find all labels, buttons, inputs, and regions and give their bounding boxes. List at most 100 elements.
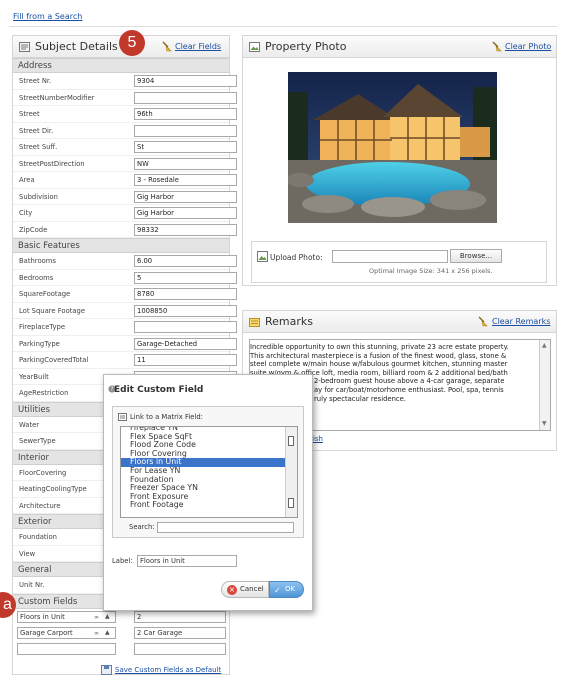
form-row: SquareFootage 8780 (13, 286, 237, 303)
field-label: Subdivision (19, 192, 58, 201)
field-label: Street (19, 110, 40, 118)
scroll-up-arrow-icon[interactable]: ▲ (542, 342, 547, 349)
photo-icon (249, 42, 260, 52)
move-up-icon[interactable]: ▲ (105, 629, 110, 636)
ok-button[interactable]: ✓ OK (269, 581, 304, 598)
remarks-icon (249, 318, 260, 327)
custom-field-value[interactable] (134, 642, 226, 655)
edit-custom-field-dialog: ? Edit Custom Field Link to a Matrix Fie… (103, 374, 313, 611)
field-label: StreetPostDirection (19, 159, 85, 168)
field-label: Architecture (19, 501, 61, 510)
section-address: Address (13, 58, 229, 73)
form-row: ParkingCoveredTotal 11 (13, 352, 237, 369)
field-input[interactable]: St (134, 141, 237, 153)
remarks-scrollbar[interactable]: ▲ ▼ (539, 340, 550, 430)
listbox-scroll-thumb[interactable] (288, 436, 294, 446)
move-up-icon[interactable]: ▲ (105, 613, 110, 620)
search-input[interactable] (157, 522, 294, 533)
remarks-line: steel complete w/main house w/fabulous g… (250, 360, 508, 369)
link-matrix-field-label: Link to a Matrix Field: (130, 413, 203, 421)
scroll-down-arrow-icon[interactable]: ▼ (542, 420, 547, 427)
list-icon (118, 413, 127, 421)
save-custom-fields-default-link[interactable]: Save Custom Fields as Default (115, 666, 221, 674)
field-label: StreetNumberModifier (19, 93, 95, 102)
clear-fields-link[interactable]: Clear Fields (175, 42, 221, 51)
custom-field-rows: Floors in Unit ∞ ▲ 2 Garage Carport ∞ ▲ 2 Car G… (17, 609, 229, 657)
matrix-field-listbox[interactable]: Fireplace YN Flex Space SqFt Flood Zone Co… (120, 426, 298, 518)
property-photo-title: Property Photo (265, 40, 347, 53)
cancel-icon: × (227, 585, 237, 595)
field-input[interactable] (134, 91, 237, 104)
optimal-size-text: Optimal Image Size: 341 x 256 pixels. (369, 267, 493, 275)
broom-icon[interactable] (161, 41, 173, 52)
field-input[interactable] (134, 321, 237, 333)
field-label: SewerType (19, 437, 56, 445)
remarks-line: This architectural masterpiece is a fusi… (250, 351, 507, 360)
field-input[interactable]: 9304 (134, 75, 237, 87)
field-input[interactable]: 6.00 (134, 255, 237, 267)
field-input[interactable]: NW (134, 157, 237, 170)
cancel-button[interactable]: × Cancel (221, 581, 269, 598)
form-row: Street Nr. 9304 (13, 73, 237, 90)
field-label: Street Suff. (19, 143, 58, 151)
field-input[interactable]: 96th (134, 108, 237, 120)
custom-field-value[interactable]: 2 (134, 610, 226, 623)
field-input[interactable]: 11 (134, 354, 237, 366)
field-label: Bathrooms (19, 257, 56, 265)
field-input[interactable]: Garage-Detached (134, 337, 237, 350)
view-icon[interactable]: ∞ (94, 630, 99, 637)
broom-icon[interactable] (477, 316, 489, 327)
upload-photo-label: Upload Photo: (270, 253, 323, 262)
field-label: YearBuilt (19, 372, 49, 381)
field-input[interactable]: 98332 (134, 223, 237, 236)
form-row: Lot Square Footage 1008850 (13, 303, 237, 319)
label-input[interactable]: Floors in Unit (137, 555, 237, 567)
listbox-scrollbar[interactable] (285, 427, 297, 517)
check-icon: ✓ (274, 586, 281, 595)
custom-field-name[interactable]: Floors in Unit (17, 610, 116, 623)
form-icon (19, 42, 30, 52)
matrix-field-option[interactable]: Front Footage (121, 501, 297, 510)
field-input[interactable]: 1008850 (134, 304, 237, 317)
form-row: Street Dir. (13, 123, 237, 139)
form-row: Bathrooms 6.00 (13, 253, 237, 270)
clear-remarks-link[interactable]: Clear Remarks (492, 317, 550, 326)
callout-badge-5: 5 (119, 30, 145, 56)
fill-from-search-link[interactable]: Fill from a Search (13, 12, 82, 21)
address-fields: Street Nr. 9304 StreetNumberModifier Street… (13, 73, 237, 238)
upload-image-icon (257, 251, 268, 262)
remarks-title: Remarks (265, 315, 313, 328)
custom-field-row (1, 641, 226, 657)
browse-button[interactable]: Browse... (450, 249, 502, 263)
field-input[interactable]: 8780 (134, 288, 237, 300)
remarks-line: Incredible opportunity to own this stunn… (250, 343, 509, 351)
field-input[interactable] (134, 124, 237, 137)
field-label: ZipCode (19, 225, 48, 234)
field-label: Bedrooms (19, 273, 54, 282)
form-row: StreetNumberModifier (13, 90, 237, 106)
form-row: Street 96th (13, 106, 237, 123)
subject-details-title: Subject Details (35, 40, 118, 53)
upload-area: Upload Photo: Browse... Optimal Image Si… (251, 241, 547, 283)
custom-field-name[interactable]: Garage Carport (17, 626, 116, 639)
clear-photo-link[interactable]: Clear Photo (505, 42, 551, 51)
property-photo-image (288, 72, 497, 223)
field-label: Street Dir. (19, 126, 54, 135)
save-icon (101, 664, 112, 675)
custom-field-name[interactable] (17, 642, 116, 655)
matrix-field-options: Fireplace YN Flex Space SqFt Flood Zone Co… (121, 427, 297, 510)
label-field-label: Label: (112, 557, 133, 565)
field-label: Unit Nr. (19, 581, 45, 589)
field-input[interactable]: 5 (134, 271, 237, 284)
view-icon[interactable]: ∞ (94, 614, 99, 621)
field-label: Water (19, 420, 40, 429)
field-input[interactable]: Gig Harbor (134, 207, 237, 219)
upload-file-input[interactable] (332, 250, 448, 263)
custom-field-value[interactable]: 2 Car Garage (134, 626, 226, 639)
cancel-label: Cancel (240, 585, 264, 593)
form-row: Bedrooms 5 (13, 270, 237, 286)
field-input[interactable]: Gig Harbor (134, 190, 237, 203)
field-input[interactable]: 3 - Rosedale (134, 174, 237, 186)
save-default-row: Save Custom Fields as Default (13, 657, 229, 677)
broom-icon[interactable] (491, 41, 503, 52)
